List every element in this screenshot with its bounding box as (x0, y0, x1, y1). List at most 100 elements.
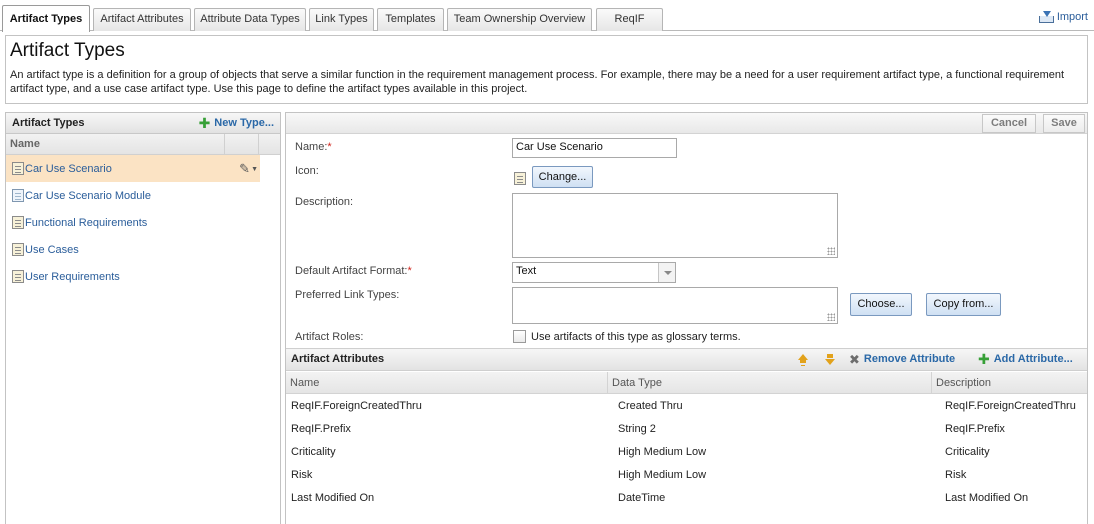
tab-reqif[interactable]: ReqIF (596, 8, 663, 31)
artifact-type-details-panel: Cancel Save Name:* Car Use Scenario Icon… (285, 112, 1088, 524)
artifact-type-icon-preview (514, 172, 526, 185)
save-button[interactable]: Save (1043, 114, 1085, 133)
copy-from-button[interactable]: Copy from... (926, 293, 1001, 316)
change-icon-button[interactable]: Change... (532, 166, 593, 188)
edit-menu-icon[interactable]: ✎ ▼ (239, 161, 258, 177)
list-item-use-cases[interactable]: Use Cases (6, 236, 260, 263)
add-attribute-label: Add Attribute... (993, 353, 1073, 365)
table-row[interactable]: ReqIF.ForeignCreatedThru Created Thru Re… (286, 395, 1087, 418)
tab-attribute-data-types[interactable]: Attribute Data Types (194, 8, 306, 31)
artifact-type-icon (12, 270, 24, 283)
tab-artifact-attributes[interactable]: Artifact Attributes (93, 8, 191, 31)
page-description: An artifact type is a definition for a g… (10, 69, 1065, 95)
column-divider (607, 372, 608, 394)
name-input[interactable]: Car Use Scenario (512, 138, 677, 158)
panel-title: Artifact Types (12, 117, 85, 129)
new-type-label: New Type... (214, 117, 274, 129)
format-select-value: Text (516, 265, 537, 277)
table-row[interactable]: Criticality High Medium Low Criticality (286, 441, 1087, 464)
resize-grip-icon[interactable] (827, 313, 835, 321)
tab-bar: Artifact Types Artifact Attributes Attri… (0, 0, 1094, 32)
list-item-functional-requirements[interactable]: Functional Requirements (6, 209, 260, 236)
column-divider (931, 372, 932, 394)
cancel-button[interactable]: Cancel (982, 114, 1036, 133)
glossary-checkbox[interactable] (513, 330, 526, 343)
attributes-grid-header: Name Data Type Description (286, 372, 1087, 394)
remove-icon: ✖ (849, 351, 860, 367)
remove-attribute-label: Remove Attribute (863, 353, 956, 365)
artifact-type-icon (12, 162, 24, 175)
page-header: Artifact Types An artifact type is a def… (5, 35, 1088, 104)
plus-icon: ✚ (978, 350, 990, 367)
attribute-type-cell: Created Thru (618, 400, 683, 412)
types-column-header: Name (6, 134, 280, 155)
attribute-description-cell: Criticality (945, 446, 990, 458)
name-label: Name:* (295, 141, 332, 153)
list-item-label: Functional Requirements (25, 216, 148, 229)
module-type-icon (12, 189, 24, 202)
import-icon (1038, 11, 1054, 23)
artifact-types-panel-header: Artifact Types ✚ New Type... (6, 113, 280, 134)
attribute-type-cell: High Medium Low (618, 446, 707, 458)
list-item-car-use-scenario-module[interactable]: Car Use Scenario Module (6, 182, 260, 209)
page-title: Artifact Types (10, 40, 125, 61)
format-select[interactable]: Text (512, 262, 676, 283)
tab-link-types[interactable]: Link Types (309, 8, 374, 31)
attribute-description-cell: ReqIF.Prefix (945, 423, 1005, 435)
table-row[interactable]: Last Modified On DateTime Last Modified … (286, 487, 1087, 510)
attribute-name-cell: Criticality (291, 446, 336, 458)
attribute-name-cell: ReqIF.ForeignCreatedThru (291, 400, 422, 412)
attribute-type-cell: DateTime (618, 492, 666, 504)
import-link[interactable]: Import (1038, 11, 1088, 23)
required-marker: * (327, 141, 332, 153)
attribute-description-cell: Risk (945, 469, 967, 481)
new-type-button[interactable]: ✚ New Type... (198, 114, 274, 131)
resize-grip-icon[interactable] (827, 247, 835, 255)
artifact-type-list: Car Use Scenario ✎ ▼ Car Use Scenario Mod… (6, 155, 280, 290)
artifact-attributes-title: Artifact Attributes (291, 353, 385, 365)
description-textarea[interactable] (512, 193, 838, 258)
required-marker: * (407, 265, 412, 277)
column-header-name[interactable]: Name (290, 377, 319, 389)
actions-column-header (225, 134, 259, 154)
tab-team-ownership-overview[interactable]: Team Ownership Overview (447, 8, 592, 31)
attribute-name-cell: Last Modified On (291, 492, 375, 504)
attribute-type-cell: String 2 (618, 423, 656, 435)
artifact-roles-label: Artifact Roles: (295, 331, 364, 343)
link-types-label: Preferred Link Types: (295, 289, 400, 301)
list-item-label: Car Use Scenario (25, 162, 112, 175)
table-row[interactable]: Risk High Medium Low Risk (286, 464, 1087, 487)
plus-icon: ✚ (198, 114, 211, 131)
list-item-label: Car Use Scenario Module (25, 189, 151, 202)
column-header-description[interactable]: Description (936, 377, 991, 389)
tab-artifact-types[interactable]: Artifact Types (2, 5, 90, 32)
name-label-text: Name: (295, 141, 328, 153)
move-down-icon[interactable] (824, 354, 836, 366)
attribute-description-cell: ReqIF.ForeignCreatedThru (945, 400, 1076, 412)
remove-attribute-button[interactable]: ✖ Remove Attribute (849, 351, 956, 367)
attribute-name-cell: Risk (291, 469, 313, 481)
import-label: Import (1056, 11, 1088, 23)
format-label: Default Artifact Format:* (295, 265, 412, 277)
glossary-checkbox-label: Use artifacts of this type as glossary t… (531, 331, 741, 343)
list-item-label: User Requirements (25, 270, 120, 283)
artifact-types-panel: Artifact Types ✚ New Type... Name Car Us… (5, 112, 281, 524)
format-label-text: Default Artifact Format: (295, 265, 408, 277)
details-toolbar: Cancel Save (286, 113, 1087, 134)
chevron-down-icon[interactable] (658, 263, 675, 282)
move-up-icon[interactable] (797, 354, 809, 366)
choose-button[interactable]: Choose... (850, 293, 912, 316)
name-column-header[interactable]: Name (6, 134, 225, 154)
artifact-type-icon (12, 243, 24, 256)
icon-label: Icon: (295, 165, 319, 177)
table-row[interactable]: ReqIF.Prefix String 2 ReqIF.Prefix (286, 418, 1087, 441)
link-types-textarea[interactable] (512, 287, 838, 324)
tab-templates[interactable]: Templates (377, 8, 444, 31)
column-header-data-type[interactable]: Data Type (612, 377, 662, 389)
attribute-type-cell: High Medium Low (618, 469, 707, 481)
artifact-type-icon (12, 216, 24, 229)
list-item-label: Use Cases (25, 243, 79, 256)
list-item-car-use-scenario[interactable]: Car Use Scenario ✎ ▼ (6, 155, 260, 182)
list-item-user-requirements[interactable]: User Requirements (6, 263, 260, 290)
add-attribute-button[interactable]: ✚ Add Attribute... (978, 350, 1073, 367)
